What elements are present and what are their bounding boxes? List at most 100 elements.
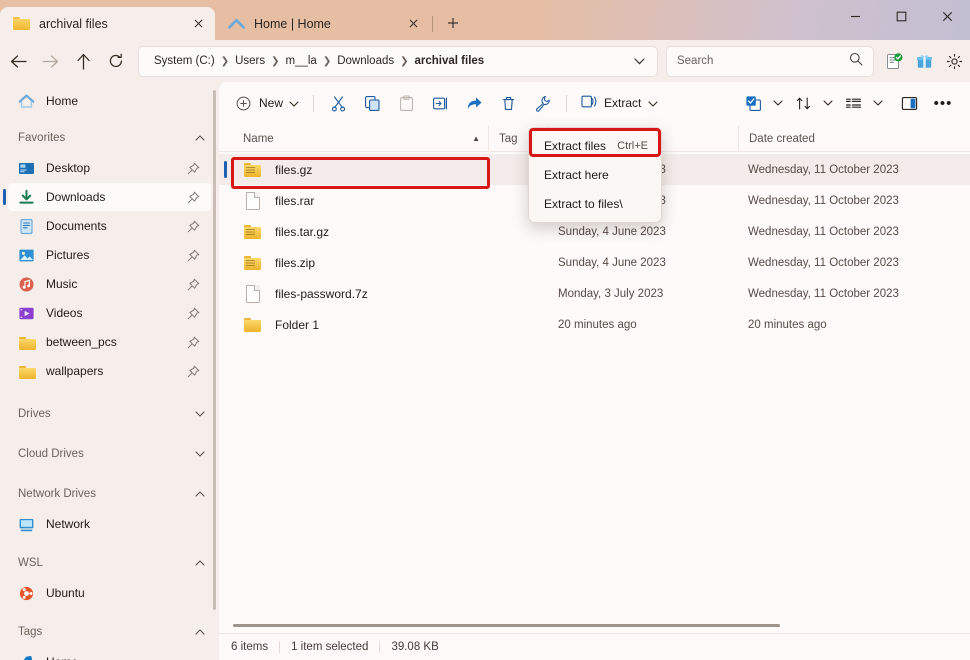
share-button[interactable]: [457, 89, 491, 117]
file-name: files-password.7z: [275, 286, 368, 301]
pin-icon[interactable]: [187, 191, 205, 204]
chevron-down-icon[interactable]: [820, 100, 836, 106]
copy-button[interactable]: [355, 89, 389, 117]
gift-icon[interactable]: [910, 46, 940, 76]
sidebar-scrollbar[interactable]: [213, 90, 216, 610]
sidebar-item-between-pcs[interactable]: between_pcs: [8, 328, 211, 356]
maximize-icon[interactable]: [878, 0, 924, 33]
archive-folder-icon: [243, 222, 262, 241]
sidebar-item-home[interactable]: Home: [8, 87, 211, 115]
sidebar-item-music[interactable]: Music: [8, 270, 211, 298]
close-icon[interactable]: [187, 13, 209, 35]
new-tab-button[interactable]: [439, 9, 467, 37]
minimize-icon[interactable]: [832, 0, 878, 33]
pin-icon[interactable]: [187, 365, 205, 378]
table-row[interactable]: files-password.7z Monday, 3 July 2023 We…: [219, 278, 970, 309]
horizontal-scrollbar[interactable]: [233, 622, 955, 630]
menu-item-extract-here[interactable]: Extract here: [532, 161, 658, 189]
sidebar-group-tags[interactable]: Tags: [0, 617, 219, 647]
sidebar-group-network-drives[interactable]: Network Drives: [0, 479, 219, 509]
pin-icon[interactable]: [187, 162, 205, 175]
details-pane-button[interactable]: [892, 89, 926, 117]
extract-icon: [580, 93, 597, 113]
chevron-up-icon[interactable]: [195, 488, 205, 500]
menu-item-extract-to-folder[interactable]: Extract to files\: [532, 190, 658, 218]
close-icon[interactable]: [924, 0, 970, 33]
chevron-down-icon[interactable]: [648, 96, 658, 110]
search-box[interactable]: [665, 45, 874, 77]
chevron-down-icon[interactable]: [627, 48, 653, 74]
sidebar-item-ubuntu[interactable]: Ubuntu: [8, 579, 211, 607]
view-list-icon: [836, 89, 870, 117]
tab-archival-files[interactable]: archival files: [0, 7, 215, 40]
share-icon: [466, 95, 483, 112]
sync-status-icon[interactable]: [880, 46, 910, 76]
chevron-down-icon[interactable]: [870, 100, 886, 106]
chevron-down-icon[interactable]: [289, 96, 299, 110]
breadcrumb-item-current[interactable]: archival files: [412, 53, 488, 69]
chevron-down-icon[interactable]: [195, 408, 205, 420]
sidebar-item-pictures[interactable]: Pictures: [8, 241, 211, 269]
videos-icon: [18, 305, 35, 322]
new-button[interactable]: New: [229, 89, 306, 117]
properties-button[interactable]: [525, 89, 559, 117]
sidebar-group-drives[interactable]: Drives: [0, 399, 219, 429]
chevron-down-icon[interactable]: [195, 448, 205, 460]
menu-item-extract-files[interactable]: Extract files Ctrl+E: [532, 132, 658, 160]
table-row[interactable]: files.zip Sunday, 4 June 2023 Wednesday,…: [219, 247, 970, 278]
breadcrumb-item[interactable]: Downloads: [334, 53, 397, 69]
breadcrumb-item[interactable]: System (C:): [151, 53, 218, 69]
pin-icon[interactable]: [187, 278, 205, 291]
pin-icon[interactable]: [187, 336, 205, 349]
rename-button[interactable]: [423, 89, 457, 117]
sidebar-item-wallpapers[interactable]: wallpapers: [8, 357, 211, 385]
chevron-down-icon[interactable]: [770, 100, 786, 106]
sidebar: Home Favorites Desktop Downloads Documen…: [0, 82, 219, 660]
sort-button[interactable]: [786, 89, 836, 117]
tab-home[interactable]: Home | Home: [215, 7, 430, 40]
close-icon[interactable]: [402, 13, 424, 35]
forward-arrow-icon[interactable]: [35, 45, 67, 77]
sidebar-group-cloud-drives[interactable]: Cloud Drives: [0, 439, 219, 469]
pin-icon[interactable]: [187, 220, 205, 233]
sidebar-group-wsl[interactable]: WSL: [0, 548, 219, 578]
folder-icon: [18, 363, 36, 380]
sidebar-item-desktop[interactable]: Desktop: [8, 154, 211, 182]
sidebar-item-documents[interactable]: Documents: [8, 212, 211, 240]
toolbar-separator: [566, 94, 568, 112]
column-header-date-created[interactable]: Date created: [738, 125, 968, 152]
sidebar-item-videos[interactable]: Videos: [8, 299, 211, 327]
chevron-up-icon[interactable]: [195, 626, 205, 638]
breadcrumb-item[interactable]: Users: [232, 53, 268, 69]
pin-icon[interactable]: [187, 307, 205, 320]
back-arrow-icon[interactable]: [2, 45, 34, 77]
up-arrow-icon[interactable]: [67, 45, 99, 77]
sidebar-item-label: Documents: [46, 219, 107, 233]
sidebar-item-downloads[interactable]: Downloads: [3, 183, 211, 211]
more-options-button[interactable]: •••: [926, 89, 960, 117]
select-button[interactable]: [736, 89, 786, 117]
extract-button-label: Extract: [604, 96, 642, 110]
column-header-name[interactable]: Name ▲: [233, 126, 488, 152]
cut-button[interactable]: [321, 89, 355, 117]
delete-button[interactable]: [491, 89, 525, 117]
address-bar[interactable]: System (C:) ❯ Users ❯ m__la ❯ Downloads …: [137, 45, 658, 77]
table-row[interactable]: Folder 1 20 minutes ago 20 minutes ago: [219, 309, 970, 340]
file-date-modified: Sunday, 4 June 2023: [558, 256, 666, 269]
archive-folder-icon: [243, 253, 262, 272]
sidebar-item-tag-home[interactable]: Home: [8, 648, 211, 660]
settings-gear-icon[interactable]: [940, 46, 970, 76]
breadcrumb-item[interactable]: m__la: [283, 53, 320, 69]
view-button[interactable]: [836, 89, 886, 117]
pictures-icon: [18, 247, 35, 264]
sidebar-item-network[interactable]: Network: [8, 510, 211, 538]
pin-icon[interactable]: [187, 249, 205, 262]
folder-icon: [18, 334, 36, 351]
sidebar-group-favorites[interactable]: Favorites: [0, 123, 219, 153]
refresh-icon[interactable]: [100, 45, 132, 77]
chevron-up-icon[interactable]: [195, 557, 205, 569]
extract-button[interactable]: Extract: [574, 89, 664, 117]
sidebar-item-label: Desktop: [46, 161, 91, 175]
search-input[interactable]: [676, 55, 849, 67]
chevron-up-icon[interactable]: [195, 132, 205, 144]
